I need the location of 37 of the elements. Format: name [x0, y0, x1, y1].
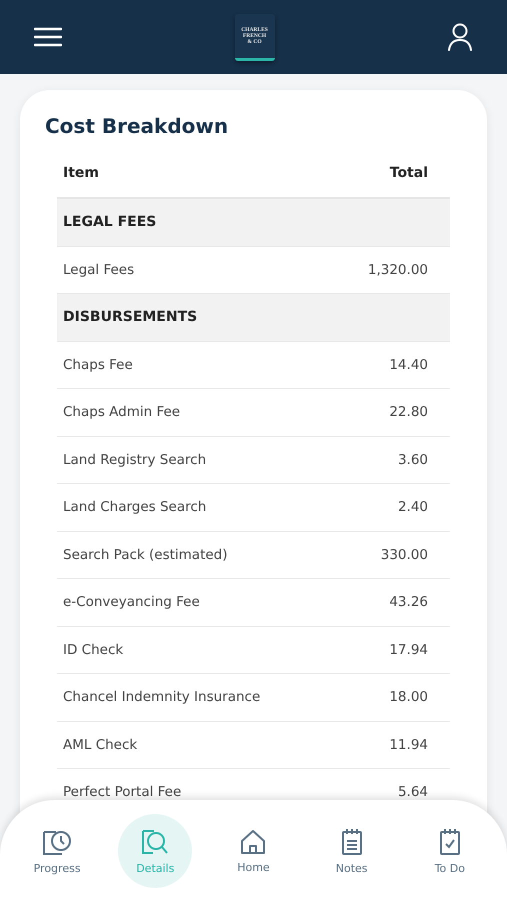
user-icon[interactable]: [447, 23, 473, 51]
table-cell: 1,320.00: [368, 262, 428, 278]
table-cell: 14.40: [389, 356, 428, 373]
card-title: Cost Breakdown: [45, 113, 230, 140]
nav-tab[interactable]: Progress: [20, 814, 94, 888]
table-cell: ID Check: [63, 642, 124, 658]
table-cell: 43.26: [389, 594, 428, 610]
search-document-icon: [140, 828, 170, 856]
table-cell: 2.40: [398, 499, 428, 516]
menu-icon[interactable]: [34, 27, 62, 47]
table-cell: Legal Fees: [63, 262, 134, 278]
notepad-icon: [340, 828, 363, 856]
table-cell: e-Conveyancing Fee: [63, 594, 200, 610]
table-cell: Chaps Admin Fee: [63, 404, 180, 420]
table-cell: Land Registry Search: [63, 452, 206, 468]
section-row: DISBURSEMENTS: [57, 294, 450, 342]
table-cell: 18.00: [389, 689, 428, 706]
nav-tab[interactable]: To Do: [412, 814, 487, 888]
nav-tab[interactable]: Home: [216, 814, 290, 888]
table-cell: Land Charges Search: [63, 499, 206, 516]
section-row: LEGAL FEES: [57, 199, 450, 246]
nav-tab[interactable]: Notes: [314, 814, 389, 888]
checklist-icon: [438, 828, 461, 856]
table-cell: 5.64: [398, 784, 428, 800]
table-cell: Search Pack (estimated): [63, 546, 228, 563]
table-cell: Chancel Indemnity Insurance: [63, 689, 260, 706]
table-cell: Chaps Fee: [63, 356, 133, 373]
table-cell: 11.94: [389, 736, 428, 753]
table-cell: 330.00: [380, 546, 428, 563]
table-cell: Perfect Portal Fee: [63, 784, 182, 800]
table-cell: 3.60: [398, 452, 428, 468]
column-header: Item: [63, 165, 99, 181]
column-header: Total: [390, 165, 428, 181]
table-cell: AML Check: [63, 736, 138, 753]
home-icon: [240, 828, 266, 854]
table-cell: 17.94: [389, 642, 428, 658]
table-cell: 22.80: [389, 404, 428, 420]
